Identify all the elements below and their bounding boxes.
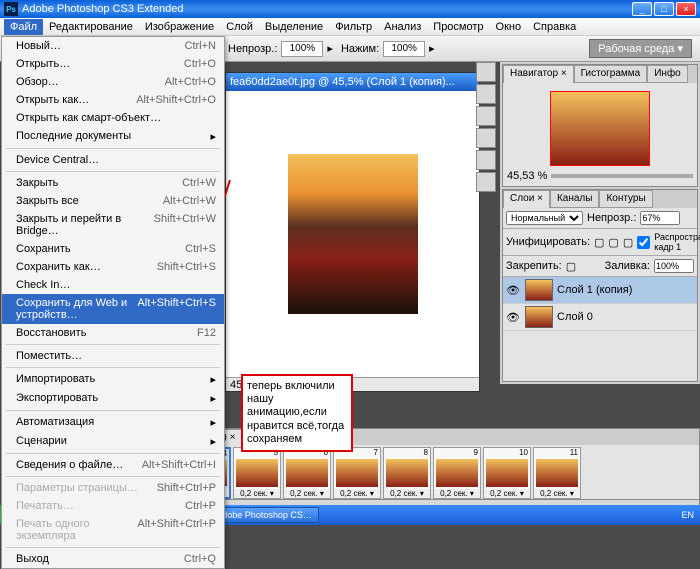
- menu-Фильтр[interactable]: Фильтр: [329, 19, 378, 35]
- layer-opacity-input[interactable]: [640, 211, 680, 225]
- flow-input[interactable]: [383, 41, 425, 57]
- filemenu-item[interactable]: Экспортировать▸: [2, 389, 224, 408]
- animation-frame[interactable]: 50,2 сек. ▾: [233, 447, 281, 499]
- minimize-button[interactable]: _: [632, 2, 652, 16]
- unify-icon[interactable]: ▢: [594, 236, 604, 249]
- filemenu-item[interactable]: Закрыть и перейти в Bridge…Shift+Ctrl+W: [2, 210, 224, 240]
- navigator-panel: Навигатор ×ГистограммаИнфо 45,53 %: [502, 64, 698, 187]
- animation-frame[interactable]: 90,2 сек. ▾: [433, 447, 481, 499]
- filemenu-item[interactable]: ВосстановитьF12: [2, 324, 224, 342]
- opacity-input[interactable]: [281, 41, 323, 57]
- flow-label: Нажим:: [341, 43, 379, 55]
- zoom-slider[interactable]: [551, 174, 693, 178]
- layer-name: Слой 0: [557, 311, 593, 323]
- panel-tab[interactable]: Контуры: [599, 190, 652, 208]
- filemenu-item[interactable]: ЗакрытьCtrl+W: [2, 174, 224, 192]
- menu-Файл[interactable]: Файл: [4, 19, 43, 35]
- panel-tab[interactable]: Навигатор ×: [503, 65, 574, 83]
- unify-icon[interactable]: ▢: [608, 236, 618, 249]
- menu-Слой[interactable]: Слой: [220, 19, 259, 35]
- panel-tab[interactable]: Слои ×: [503, 190, 550, 208]
- app-icon: Ps: [4, 2, 18, 16]
- filemenu-item[interactable]: Device Central…: [2, 151, 224, 169]
- nav-zoom: 45,53 %: [507, 170, 547, 182]
- palette-btn-4[interactable]: [476, 128, 496, 148]
- animation-frame[interactable]: 110,2 сек. ▾: [533, 447, 581, 499]
- filemenu-item[interactable]: СохранитьCtrl+S: [2, 240, 224, 258]
- layer-thumb: [525, 306, 553, 328]
- panels-dock: Навигатор ×ГистограммаИнфо 45,53 % Слои …: [500, 62, 700, 384]
- animation-frame[interactable]: 80,2 сек. ▾: [383, 447, 431, 499]
- filemenu-item[interactable]: Последние документы▸: [2, 127, 224, 146]
- close-button[interactable]: ×: [676, 2, 696, 16]
- palette-strip: [476, 62, 498, 192]
- filemenu-item[interactable]: Check In…: [2, 276, 224, 294]
- menu-Выделение[interactable]: Выделение: [259, 19, 329, 35]
- menu-Справка[interactable]: Справка: [527, 19, 582, 35]
- workspace-button[interactable]: Рабочая среда ▾: [589, 39, 692, 58]
- menu-Редактирование[interactable]: Редактирование: [43, 19, 139, 35]
- menu-Анализ[interactable]: Анализ: [378, 19, 427, 35]
- layer-name: Слой 1 (копия): [557, 284, 632, 296]
- opacity-label: Непрозр.:: [228, 43, 277, 55]
- animation-frame[interactable]: 70,2 сек. ▾: [333, 447, 381, 499]
- filemenu-item[interactable]: Открыть как…Alt+Shift+Ctrl+O: [2, 91, 224, 109]
- filemenu-item: Печатать…Ctrl+P: [2, 497, 224, 515]
- layer-row[interactable]: 👁 Слой 1 (копия): [503, 277, 697, 304]
- visibility-icon[interactable]: 👁: [505, 284, 521, 297]
- file-menu: Новый…Ctrl+NОткрыть…Ctrl+OОбзор…Alt+Ctrl…: [1, 36, 225, 569]
- visibility-icon[interactable]: 👁: [505, 311, 521, 324]
- filemenu-item[interactable]: Обзор…Alt+Ctrl+O: [2, 73, 224, 91]
- taskbar-item[interactable]: Adobe Photoshop CS…: [209, 507, 319, 523]
- document-title: fea60dd2ae0t.jpg @ 45,5% (Слой 1 (копия)…: [230, 76, 455, 88]
- menu-Изображение[interactable]: Изображение: [139, 19, 220, 35]
- animation-frame[interactable]: 60,2 сек. ▾: [283, 447, 331, 499]
- layers-panel: Слои ×КаналыКонтуры Нормальный Непрозр.:…: [502, 189, 698, 382]
- animation-frame[interactable]: 100,2 сек. ▾: [483, 447, 531, 499]
- blend-mode-select[interactable]: Нормальный: [506, 211, 583, 225]
- palette-btn-5[interactable]: [476, 150, 496, 170]
- propagate-checkbox[interactable]: [637, 236, 650, 249]
- navigator-thumb[interactable]: [550, 91, 650, 166]
- filemenu-item[interactable]: Открыть…Ctrl+O: [2, 55, 224, 73]
- panel-tab[interactable]: Инфо: [647, 65, 688, 83]
- filemenu-item[interactable]: Сохранить как…Shift+Ctrl+S: [2, 258, 224, 276]
- filemenu-item[interactable]: Новый…Ctrl+N: [2, 37, 224, 55]
- app-title: Adobe Photoshop CS3 Extended: [22, 3, 183, 15]
- fill-input[interactable]: [654, 259, 694, 273]
- tray-lang[interactable]: EN: [675, 510, 700, 520]
- filemenu-item[interactable]: Поместить…: [2, 347, 224, 365]
- filemenu-item[interactable]: Импортировать▸: [2, 370, 224, 389]
- layer-thumb: [525, 279, 553, 301]
- filemenu-item[interactable]: Сохранить для Web и устройств…Alt+Shift+…: [2, 294, 224, 324]
- filemenu-item: Печать одного экземпляраAlt+Shift+Ctrl+P: [2, 515, 224, 545]
- layer-row[interactable]: 👁 Слой 0: [503, 304, 697, 331]
- maximize-button[interactable]: □: [654, 2, 674, 16]
- menubar: ФайлРедактированиеИзображениеСлойВыделен…: [0, 18, 700, 36]
- document-window: fea60dd2ae0t.jpg @ 45,5% (Слой 1 (копия)…: [225, 72, 480, 392]
- unify-icon[interactable]: ▢: [623, 236, 633, 249]
- palette-btn-1[interactable]: [476, 62, 496, 82]
- filemenu-item[interactable]: Открыть как смарт-объект…: [2, 109, 224, 127]
- filemenu-item: Параметры страницы…Shift+Ctrl+P: [2, 479, 224, 497]
- panel-tab[interactable]: Гистограмма: [574, 65, 648, 83]
- filemenu-item[interactable]: Закрыть всеAlt+Ctrl+W: [2, 192, 224, 210]
- filemenu-item[interactable]: Автоматизация▸: [2, 413, 224, 432]
- annotation-box: теперь включили нашу анимацию,если нрави…: [241, 374, 353, 452]
- filemenu-item[interactable]: ВыходCtrl+Q: [2, 550, 224, 568]
- opacity-arrow-icon[interactable]: ▸: [327, 42, 333, 55]
- canvas-image[interactable]: [288, 154, 418, 314]
- flow-arrow-icon[interactable]: ▸: [429, 42, 435, 55]
- palette-btn-3[interactable]: [476, 106, 496, 126]
- filemenu-item[interactable]: Сведения о файле…Alt+Shift+Ctrl+I: [2, 456, 224, 474]
- menu-Просмотр[interactable]: Просмотр: [427, 19, 489, 35]
- titlebar: Ps Adobe Photoshop CS3 Extended _ □ ×: [0, 0, 700, 18]
- menu-Окно[interactable]: Окно: [490, 19, 528, 35]
- panel-tab[interactable]: Каналы: [550, 190, 600, 208]
- filemenu-item[interactable]: Сценарии▸: [2, 432, 224, 451]
- palette-btn-6[interactable]: [476, 172, 496, 192]
- document-titlebar[interactable]: fea60dd2ae0t.jpg @ 45,5% (Слой 1 (копия)…: [226, 73, 479, 91]
- palette-btn-2[interactable]: [476, 84, 496, 104]
- lock-icon[interactable]: ▢: [566, 260, 576, 273]
